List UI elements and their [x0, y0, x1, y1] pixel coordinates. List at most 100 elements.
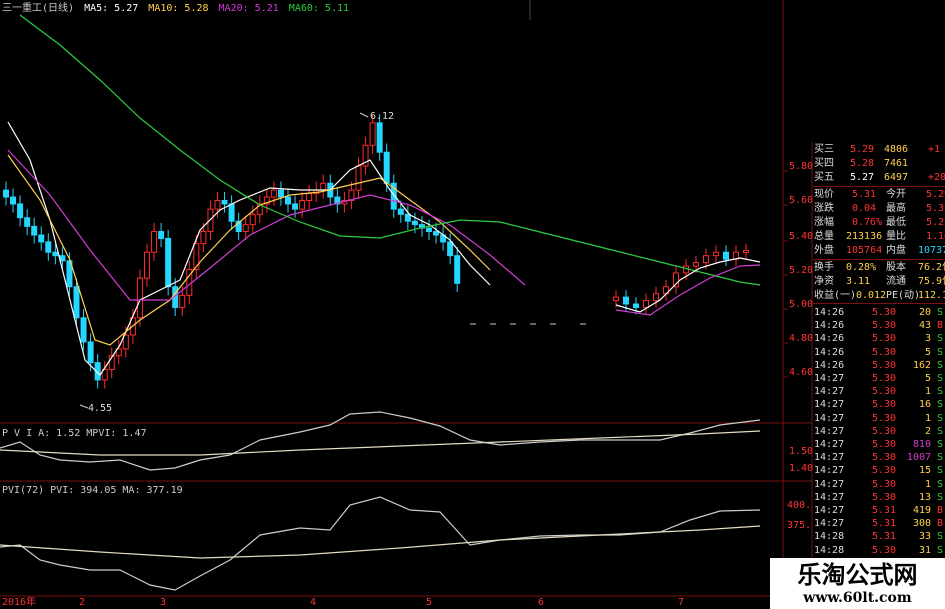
quote-panel: 买三 5.29 4806 +1 买四 5.28 7461 买五 5.27 649…	[813, 142, 945, 557]
tick-row: 14:26 5.30 3 S	[814, 333, 944, 345]
candle-body	[3, 189, 9, 198]
tick-row: 14:28 5.31 33 S	[814, 531, 944, 543]
candle-body	[613, 296, 619, 302]
tick-row: 14:27 5.30 810 S	[814, 439, 944, 450]
watermark-title: 乐淘公式网	[797, 560, 918, 589]
candle-body	[633, 303, 639, 308]
tick-row: 14:28 5.30 31 S	[814, 544, 944, 556]
y-tick: 4.60	[789, 367, 814, 378]
pvi-y-tick: 1.40	[789, 463, 814, 474]
low-price-label: 4.55	[88, 403, 113, 414]
candle-body	[144, 251, 150, 279]
candle-body	[433, 231, 440, 236]
stat-row: 净资 3.11 流通 75.9亿	[814, 276, 945, 287]
candle-body	[277, 189, 284, 198]
ma60-line	[19, 14, 761, 286]
ma5-line	[7, 121, 491, 376]
tick-row: 14:26 5.30 43 B	[814, 320, 944, 332]
x-axis-label: 6	[538, 597, 545, 608]
candle-body	[31, 225, 38, 236]
x-axis-label: 5	[426, 597, 433, 608]
candle-body	[179, 294, 186, 308]
pvi-title: P V I A: 1.52 MPVI: 1.47	[2, 428, 147, 439]
candle-body	[411, 220, 418, 226]
candle-body	[355, 165, 362, 191]
low-leader	[79, 404, 89, 409]
pvi72-title: PVI(72) PVI: 394.05 MA: 377.19	[2, 485, 183, 496]
x-axis-label: 2016年	[2, 597, 37, 608]
tick-row: 14:27 5.30 1 S	[814, 478, 944, 490]
candle-body	[292, 203, 299, 210]
ma20-value: MA20: 5.21	[218, 3, 279, 14]
candle-body	[397, 208, 404, 215]
x-axis-label: 4	[310, 597, 317, 608]
stat-row: 现价 5.31 今开 5.29	[814, 189, 945, 200]
candle-body	[193, 243, 200, 270]
candle-body	[623, 296, 629, 305]
bid-row[interactable]: 买四 5.28 7461	[814, 158, 945, 169]
candle-body	[299, 200, 306, 210]
site-watermark: 乐淘公式网 www.60lt.com	[770, 558, 945, 609]
ma20-line	[7, 149, 526, 301]
pvi-line	[0, 411, 761, 471]
tick-row: 14:27 5.30 13 S	[814, 491, 944, 503]
divider	[813, 186, 945, 187]
tick-row: 14:27 5.30 2 S	[814, 425, 944, 437]
candle-body	[306, 193, 313, 202]
candle-body	[45, 241, 52, 253]
candle-body	[228, 203, 235, 222]
ma10-value: MA10: 5.28	[148, 3, 209, 14]
candle-body	[703, 255, 709, 264]
candle-body	[383, 151, 390, 184]
pvi72-y-tick: 400.	[787, 500, 812, 511]
divider	[813, 259, 945, 260]
candle-body	[10, 196, 17, 205]
candle-body	[270, 189, 277, 198]
bid-row[interactable]: 买五 5.27 6497 +20	[814, 172, 945, 183]
divider	[813, 303, 945, 304]
candle-body	[242, 224, 249, 233]
high-leader	[359, 112, 369, 118]
tick-row: 14:26 5.30 5 S	[814, 346, 944, 358]
candle-body	[80, 317, 87, 343]
y-tick: 5.60	[789, 195, 814, 206]
high-price-label: 6.12	[370, 111, 395, 122]
tick-row: 14:27 5.31 419 B	[814, 505, 944, 516]
y-tick: 5.80	[789, 161, 814, 172]
candle-body	[59, 255, 66, 262]
pvi72-ma-line	[0, 525, 761, 559]
x-axis-label: 2	[79, 597, 86, 608]
candle-body	[87, 341, 94, 364]
candle-body	[723, 251, 729, 260]
tick-row: 14:27 5.30 16 S	[814, 399, 944, 411]
candle-body	[653, 293, 659, 302]
candle-body	[454, 255, 461, 284]
tick-row: 14:27 5.30 1007 S	[814, 452, 944, 464]
candle-body	[151, 231, 158, 253]
candle-body	[158, 231, 165, 239]
pvi72-y-tick: 375.	[787, 520, 812, 531]
candle-body	[214, 200, 221, 210]
tick-row: 14:27 5.30 5 S	[814, 373, 944, 384]
chart-legend: 三一重工(日线) MA5: 5.27 MA10: 5.28 MA20: 5.21…	[2, 3, 349, 15]
ma10-line	[7, 154, 491, 346]
candle-body	[426, 227, 432, 233]
x-axis-label: 3	[160, 597, 167, 608]
stock-name: 三一重工(日线)	[2, 3, 75, 14]
bid-row[interactable]: 买三 5.29 4806 +1	[814, 144, 945, 155]
pvi72-line	[0, 496, 761, 591]
tick-row: 14:27 5.30 15 S	[814, 465, 944, 477]
candle-body	[249, 213, 256, 226]
candle-body	[693, 262, 699, 267]
y-tick: 5.40	[789, 231, 814, 242]
tick-row: 14:27 5.31 300 B	[814, 518, 944, 530]
stat-row: 总量 213136 量比 1.16	[814, 231, 945, 242]
tick-row: 14:26 5.30 20 S	[814, 307, 944, 318]
tick-row: 14:26 5.30 162 S	[814, 359, 944, 371]
candle-body	[376, 122, 383, 153]
ma60-value: MA60: 5.11	[288, 3, 350, 14]
ma5-value: MA5: 5.27	[84, 3, 139, 14]
candle-body	[285, 196, 291, 205]
candle-body	[38, 234, 45, 243]
y-tick: 4.80	[789, 333, 814, 344]
